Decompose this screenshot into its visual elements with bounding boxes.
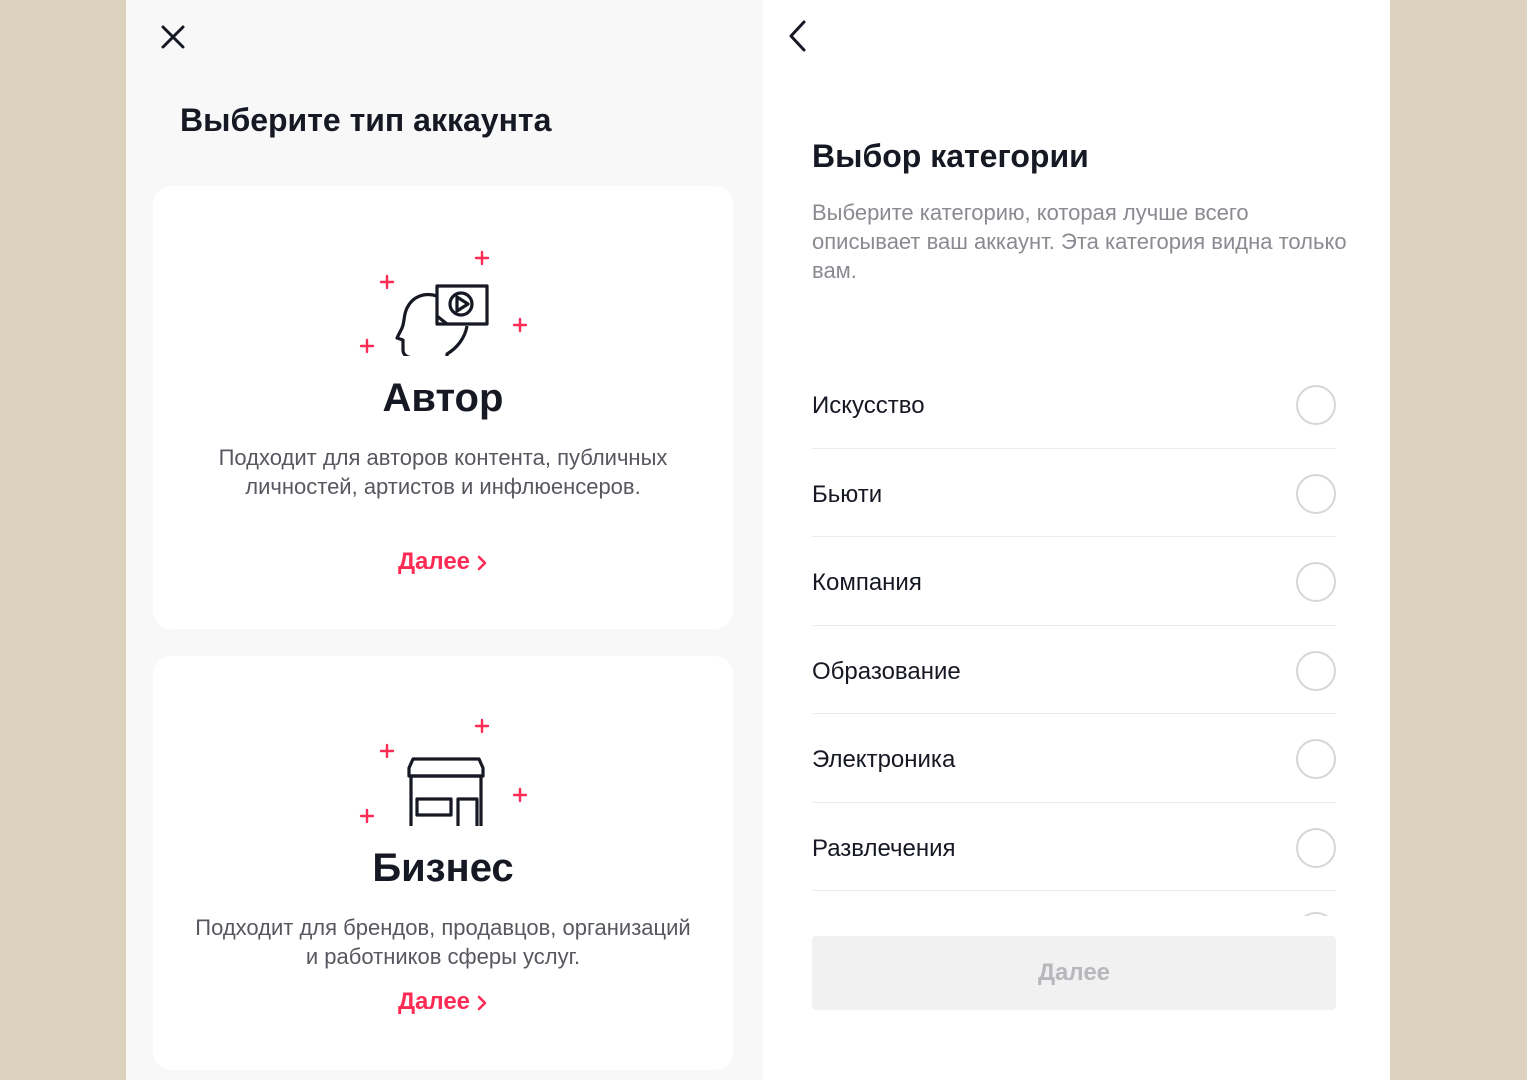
category-next-button[interactable]: Далее <box>812 936 1336 1010</box>
category-label: Компания <box>812 569 922 596</box>
business-card-title: Бизнес <box>372 846 514 890</box>
account-type-title: Выберите тип аккаунта <box>180 102 552 138</box>
creator-card-description: Подходит для авторов контента, публичных… <box>218 445 668 499</box>
category-label: Искусство <box>812 392 925 419</box>
storefront-icon <box>359 718 528 826</box>
radio-button[interactable] <box>1296 650 1336 691</box>
category-description: Выберите категорию, которая лучше всего … <box>812 200 1347 283</box>
creator-next-label: Далее <box>397 548 471 575</box>
category-item-company[interactable]: Компания <box>812 537 1336 626</box>
radio-button[interactable] <box>1296 912 1336 916</box>
business-next-label: Далее <box>397 988 471 1015</box>
chevron-right-icon <box>477 995 487 1010</box>
creator-next-link[interactable]: Далее <box>153 548 733 576</box>
category-label: Развлечения <box>812 834 956 862</box>
category-list-scroll-peek <box>812 890 1336 916</box>
close-button[interactable] <box>158 22 188 52</box>
radio-button[interactable] <box>1296 739 1336 779</box>
category-item-entertainment[interactable]: Развлечения <box>812 803 1336 891</box>
category-item-beauty[interactable]: Бьюти <box>812 449 1336 537</box>
business-card-description: Подходит для брендов, продавцов, организ… <box>195 915 691 969</box>
creator-card-title: Автор <box>382 376 504 420</box>
category-item-education[interactable]: Образование <box>812 626 1336 714</box>
category-title: Выбор категории <box>812 138 1089 174</box>
category-list: Искусство Бьюти Компания Образование Эле… <box>812 360 1336 891</box>
creator-head-play-icon <box>359 250 528 356</box>
radio-button[interactable] <box>1296 473 1336 514</box>
radio-button[interactable] <box>1296 385 1336 425</box>
radio-button[interactable] <box>1296 562 1336 602</box>
chevron-left-icon <box>789 20 806 52</box>
chevron-right-icon <box>477 555 487 570</box>
category-label: Образование <box>812 657 961 685</box>
radio-button[interactable] <box>1296 827 1336 868</box>
category-label: Бьюти <box>812 480 883 508</box>
creator-account-card[interactable]: Автор Подходит для авторов контента, пуб… <box>153 186 733 629</box>
back-button[interactable] <box>784 18 814 54</box>
category-item-art[interactable]: Искусство <box>812 360 1336 449</box>
business-next-link[interactable]: Далее <box>153 988 733 1016</box>
category-item-electronics[interactable]: Электроника <box>812 714 1336 803</box>
category-label: Электроника <box>812 746 956 773</box>
business-account-card[interactable]: Бизнес Подходит для брендов, продавцов, … <box>153 656 733 1070</box>
close-icon <box>161 25 185 49</box>
